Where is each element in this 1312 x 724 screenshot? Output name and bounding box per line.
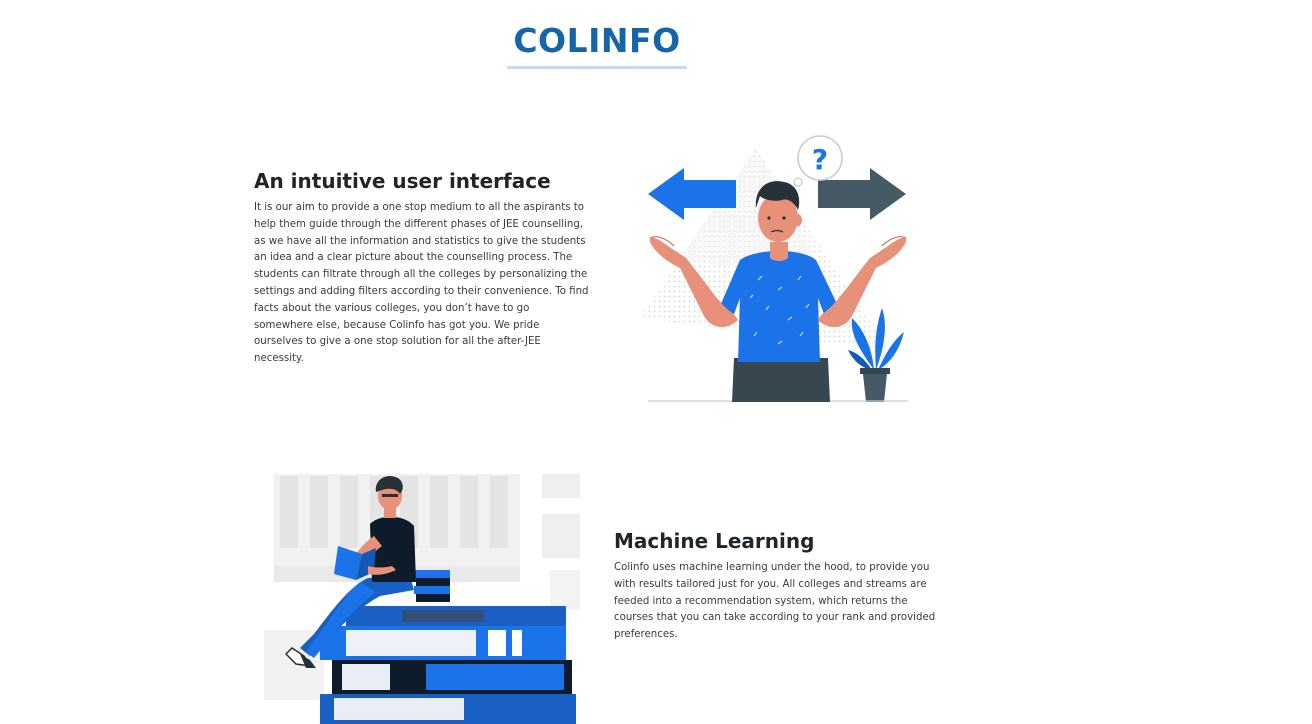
- section-heading-ml: Machine Learning: [614, 529, 815, 553]
- person-reading-on-books-illustration: [264, 474, 580, 724]
- question-mark: ?: [812, 143, 828, 176]
- section-heading-ui: An intuitive user interface: [254, 169, 551, 193]
- page: COLINFO An intuitive user interface It i…: [0, 0, 1312, 724]
- title-underline: [507, 66, 687, 69]
- confused-person-illustration: ?: [640, 135, 908, 402]
- site-title: COLINFO: [513, 21, 681, 60]
- section-text-ml: Colinfo uses machine learning under the …: [614, 562, 936, 641]
- section-text-ui: It is our aim to provide a one stop medi…: [254, 202, 589, 365]
